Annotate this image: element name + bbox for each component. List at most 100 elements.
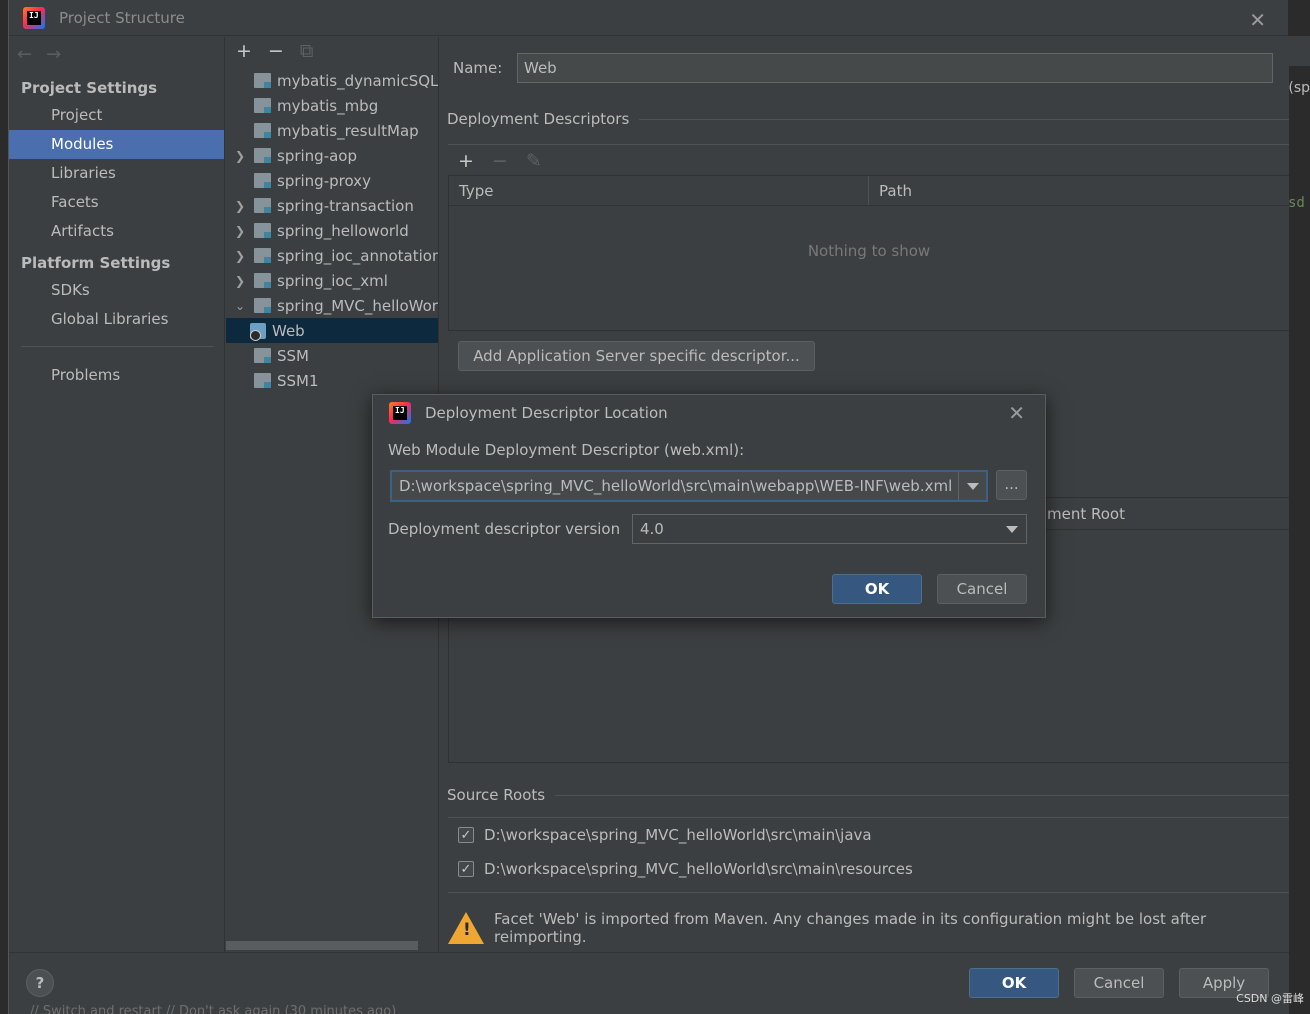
tree-item-label: spring-transaction bbox=[277, 196, 414, 215]
nav-item-facets[interactable]: Facets bbox=[9, 188, 224, 217]
tree-item-label: mybatis_mbg bbox=[277, 96, 379, 115]
tree-item[interactable]: ❯ spring_ioc_annotation bbox=[226, 243, 438, 268]
version-value: 4.0 bbox=[640, 520, 664, 538]
tree-horizontal-scrollbar[interactable] bbox=[226, 941, 418, 950]
watermark: CSDN @雷峰 bbox=[1236, 992, 1304, 1005]
tree-item-label: spring_MVC_helloWorld bbox=[277, 296, 438, 315]
tree-item[interactable]: ❯ spring-aop bbox=[226, 143, 438, 168]
cancel-button[interactable]: Cancel bbox=[1074, 968, 1164, 998]
tree-item[interactable]: mybatis_mbg bbox=[226, 93, 438, 118]
settings-nav: ← → Project Settings Project Modules Lib… bbox=[9, 37, 225, 952]
add-module-icon[interactable]: + bbox=[236, 40, 252, 62]
tree-item-label: Web bbox=[272, 321, 305, 340]
add-descriptor-icon[interactable]: + bbox=[458, 150, 474, 172]
checkbox-checked-icon[interactable]: ✓ bbox=[458, 861, 474, 877]
version-select[interactable]: 4.0 bbox=[632, 514, 1027, 544]
nav-item-global-libraries[interactable]: Global Libraries bbox=[9, 305, 224, 334]
tree-item-label: spring_ioc_xml bbox=[277, 271, 388, 290]
tree-item-label: SSM bbox=[277, 346, 309, 365]
source-root-path: D:\workspace\spring_MVC_helloWorld\src\m… bbox=[484, 860, 913, 878]
chevron-right-icon[interactable]: ❯ bbox=[226, 249, 254, 263]
source-root-row[interactable]: ✓ D:\workspace\spring_MVC_helloWorld\src… bbox=[448, 818, 1289, 852]
tree-item[interactable]: SSM bbox=[226, 343, 438, 368]
close-icon[interactable]: ✕ bbox=[1008, 401, 1025, 425]
nav-item-artifacts[interactable]: Artifacts bbox=[9, 217, 224, 246]
tree-item[interactable]: SSM1 bbox=[226, 368, 438, 393]
source-roots-list: ✓ D:\workspace\spring_MVC_helloWorld\src… bbox=[448, 817, 1289, 893]
module-folder-icon bbox=[254, 148, 271, 163]
nav-item-project[interactable]: Project bbox=[9, 101, 224, 130]
browse-button[interactable]: ... bbox=[996, 470, 1027, 500]
nav-item-problems[interactable]: Problems bbox=[9, 361, 224, 390]
tree-item[interactable]: ❯ spring-transaction bbox=[226, 193, 438, 218]
back-arrow-icon[interactable]: ← bbox=[17, 44, 32, 65]
tree-item-label: spring_helloworld bbox=[277, 221, 409, 240]
name-field[interactable]: Web bbox=[517, 53, 1273, 83]
name-row: Name: Web bbox=[453, 53, 1273, 83]
maven-warning: ! Facet 'Web' is imported from Maven. An… bbox=[448, 910, 1289, 946]
modal-cancel-button[interactable]: Cancel bbox=[937, 574, 1027, 604]
descriptor-path-input[interactable]: D:\workspace\spring_MVC_helloWorld\src\m… bbox=[392, 477, 958, 495]
source-roots-section: Source Roots bbox=[447, 786, 1289, 804]
tree-item[interactable]: ❯ spring_helloworld bbox=[226, 218, 438, 243]
remove-module-icon[interactable]: − bbox=[268, 40, 284, 62]
empty-state-text: Nothing to show bbox=[807, 242, 931, 260]
help-icon[interactable]: ? bbox=[26, 969, 54, 997]
project-settings-header: Project Settings bbox=[21, 79, 158, 97]
modal-ok-button[interactable]: OK bbox=[832, 574, 922, 604]
ok-button[interactable]: OK bbox=[969, 968, 1059, 998]
copy-module-icon[interactable]: ⧉ bbox=[300, 40, 314, 62]
column-type[interactable]: Type bbox=[449, 176, 869, 205]
nav-item-libraries[interactable]: Libraries bbox=[9, 159, 224, 188]
module-folder-icon bbox=[254, 198, 271, 213]
chevron-right-icon[interactable]: ❯ bbox=[226, 199, 254, 213]
module-folder-icon bbox=[254, 273, 271, 288]
nav-history: ← → bbox=[9, 37, 224, 71]
close-icon[interactable]: ✕ bbox=[1249, 8, 1266, 32]
dropdown-arrow-icon[interactable] bbox=[958, 472, 986, 500]
column-path[interactable]: Path bbox=[869, 176, 912, 205]
module-folder-icon bbox=[254, 98, 271, 113]
column-relative-path[interactable]: ment Root bbox=[1039, 498, 1125, 529]
nav-item-modules[interactable]: Modules bbox=[9, 130, 224, 159]
web-facet-icon bbox=[250, 322, 266, 341]
forward-arrow-icon[interactable]: → bbox=[46, 44, 61, 65]
add-server-descriptor-button[interactable]: Add Application Server specific descript… bbox=[458, 341, 815, 371]
tree-item[interactable]: Web bbox=[226, 318, 438, 343]
module-folder-icon bbox=[254, 73, 271, 88]
background-ide-right-toolbar bbox=[1288, 36, 1310, 66]
module-folder-icon bbox=[254, 298, 271, 313]
tree-item[interactable]: mybatis_dynamicSQL bbox=[226, 68, 438, 93]
modal-title-bar: IJ Deployment Descriptor Location bbox=[373, 395, 1045, 431]
chevron-right-icon[interactable]: ❯ bbox=[226, 274, 254, 288]
chevron-down-icon[interactable]: ⌄ bbox=[226, 299, 254, 313]
nav-divider bbox=[21, 346, 214, 347]
module-folder-icon bbox=[254, 248, 271, 263]
checkbox-checked-icon[interactable]: ✓ bbox=[458, 827, 474, 843]
chevron-right-icon[interactable]: ❯ bbox=[226, 149, 254, 163]
remove-descriptor-icon[interactable]: − bbox=[492, 150, 508, 172]
descriptor-path-combobox[interactable]: D:\workspace\spring_MVC_helloWorld\src\m… bbox=[390, 470, 988, 502]
deployment-descriptor-location-dialog: IJ Deployment Descriptor Location ✕ Web … bbox=[372, 394, 1046, 618]
tree-item-label: spring-aop bbox=[277, 146, 358, 165]
tree-item-label: mybatis_resultMap bbox=[277, 121, 419, 140]
chevron-right-icon[interactable]: ❯ bbox=[226, 224, 254, 238]
nav-item-sdks[interactable]: SDKs bbox=[9, 276, 224, 305]
chevron-down-icon bbox=[1006, 525, 1018, 533]
tree-toolbar: + − ⧉ bbox=[226, 37, 438, 65]
source-root-row[interactable]: ✓ D:\workspace\spring_MVC_helloWorld\src… bbox=[448, 852, 1289, 886]
tree-item[interactable]: ⌄ spring_MVC_helloWorld bbox=[226, 293, 438, 318]
tree-item[interactable]: mybatis_resultMap bbox=[226, 118, 438, 143]
tree-item[interactable]: ❯ spring_ioc_xml bbox=[226, 268, 438, 293]
background-status-text: // Switch and restart // Don't ask again… bbox=[30, 1004, 397, 1014]
module-folder-icon bbox=[254, 123, 271, 138]
background-ide-right-edge bbox=[1288, 0, 1310, 1014]
tree-item[interactable]: spring-proxy bbox=[226, 168, 438, 193]
edit-descriptor-icon[interactable]: ✎ bbox=[526, 150, 542, 172]
descriptors-toolbar: + − ✎ bbox=[448, 144, 1289, 177]
tree-item-label: SSM1 bbox=[277, 371, 319, 390]
title-bar: IJ Project Structure ✕ bbox=[9, 0, 1288, 36]
background-ide-left-edge bbox=[0, 0, 8, 1014]
source-root-path: D:\workspace\spring_MVC_helloWorld\src\m… bbox=[484, 826, 872, 844]
module-folder-icon bbox=[254, 373, 271, 388]
